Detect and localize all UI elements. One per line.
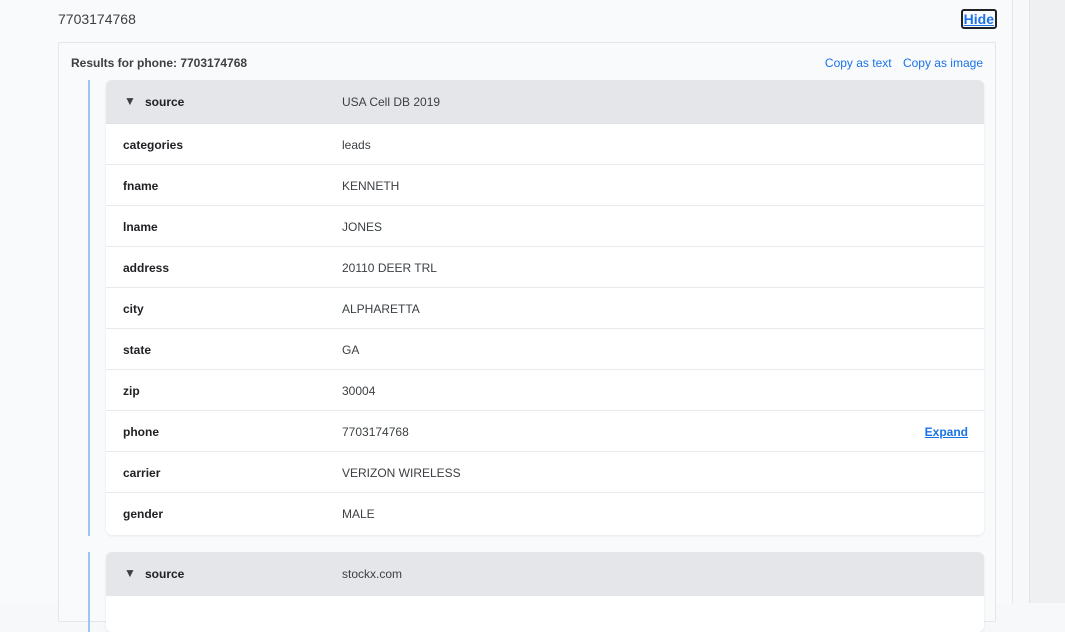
field-key: fname <box>123 179 159 193</box>
copy-as-image-link[interactable]: Copy as image <box>903 56 983 70</box>
field-value: 30004 <box>342 384 376 398</box>
field-key: zip <box>123 384 140 398</box>
field-row-state: state GA <box>106 329 984 370</box>
field-value: MALE <box>342 507 375 521</box>
field-row-categories: categories leads <box>106 124 984 165</box>
collapse-toggle-icon[interactable]: ▼ <box>124 94 136 108</box>
field-key: categories <box>123 138 184 152</box>
record-stockx: ▼ source stockx.com <box>88 552 984 632</box>
field-key: phone <box>123 425 159 439</box>
field-value: VERIZON WIRELESS <box>342 466 461 480</box>
field-row-gender: gender MALE <box>106 493 984 534</box>
source-key: source <box>145 95 185 109</box>
hide-button[interactable]: Hide <box>960 9 997 29</box>
field-value: ALPHARETTA <box>342 302 420 316</box>
right-sidebar-strip <box>1029 0 1065 603</box>
expand-link[interactable]: Expand <box>925 425 968 439</box>
copy-as-text-link[interactable]: Copy as text <box>825 56 892 70</box>
record-usa-cell-db: ▼ source USA Cell DB 2019 categories lea… <box>88 80 984 536</box>
field-value: leads <box>342 138 371 152</box>
copy-actions: Copy as text Copy as image <box>817 56 983 70</box>
source-value: USA Cell DB 2019 <box>342 95 441 109</box>
field-key: state <box>123 343 152 357</box>
results-title: Results for phone: 7703174768 <box>71 56 248 70</box>
query-header: 7703174768 Hide <box>58 0 997 40</box>
source-row[interactable]: ▼ source USA Cell DB 2019 <box>106 80 984 124</box>
record-card: ▼ source USA Cell DB 2019 categories lea… <box>106 80 984 535</box>
field-row-phone: phone 7703174768 Expand <box>106 411 984 452</box>
record-card: ▼ source stockx.com <box>106 552 984 632</box>
field-value: 7703174768 <box>342 425 409 439</box>
field-value: KENNETH <box>342 179 400 193</box>
field-row-address: address 20110 DEER TRL <box>106 247 984 288</box>
field-row-carrier: carrier VERIZON WIRELESS <box>106 452 984 493</box>
results-box: Results for phone: 7703174768 Copy as te… <box>58 42 996 632</box>
field-key: carrier <box>123 466 161 480</box>
field-value: JONES <box>342 220 383 234</box>
field-row-city: city ALPHARETTA <box>106 288 984 329</box>
source-row[interactable]: ▼ source stockx.com <box>106 552 984 596</box>
field-key: address <box>123 261 170 275</box>
field-row-fname: fname KENNETH <box>106 165 984 206</box>
results-panel: 7703174768 Hide Results for phone: 77031… <box>0 0 1013 632</box>
source-value: stockx.com <box>342 567 403 581</box>
field-key: gender <box>123 507 164 521</box>
field-key: city <box>123 302 144 316</box>
query-title: 7703174768 <box>58 11 136 27</box>
field-value: 20110 DEER TRL <box>342 261 437 275</box>
source-key: source <box>145 567 185 581</box>
field-key: lname <box>123 220 158 234</box>
field-row-lname: lname JONES <box>106 206 984 247</box>
collapse-toggle-icon[interactable]: ▼ <box>124 566 136 580</box>
field-value: GA <box>342 343 360 357</box>
field-row-zip: zip 30004 <box>106 370 984 411</box>
